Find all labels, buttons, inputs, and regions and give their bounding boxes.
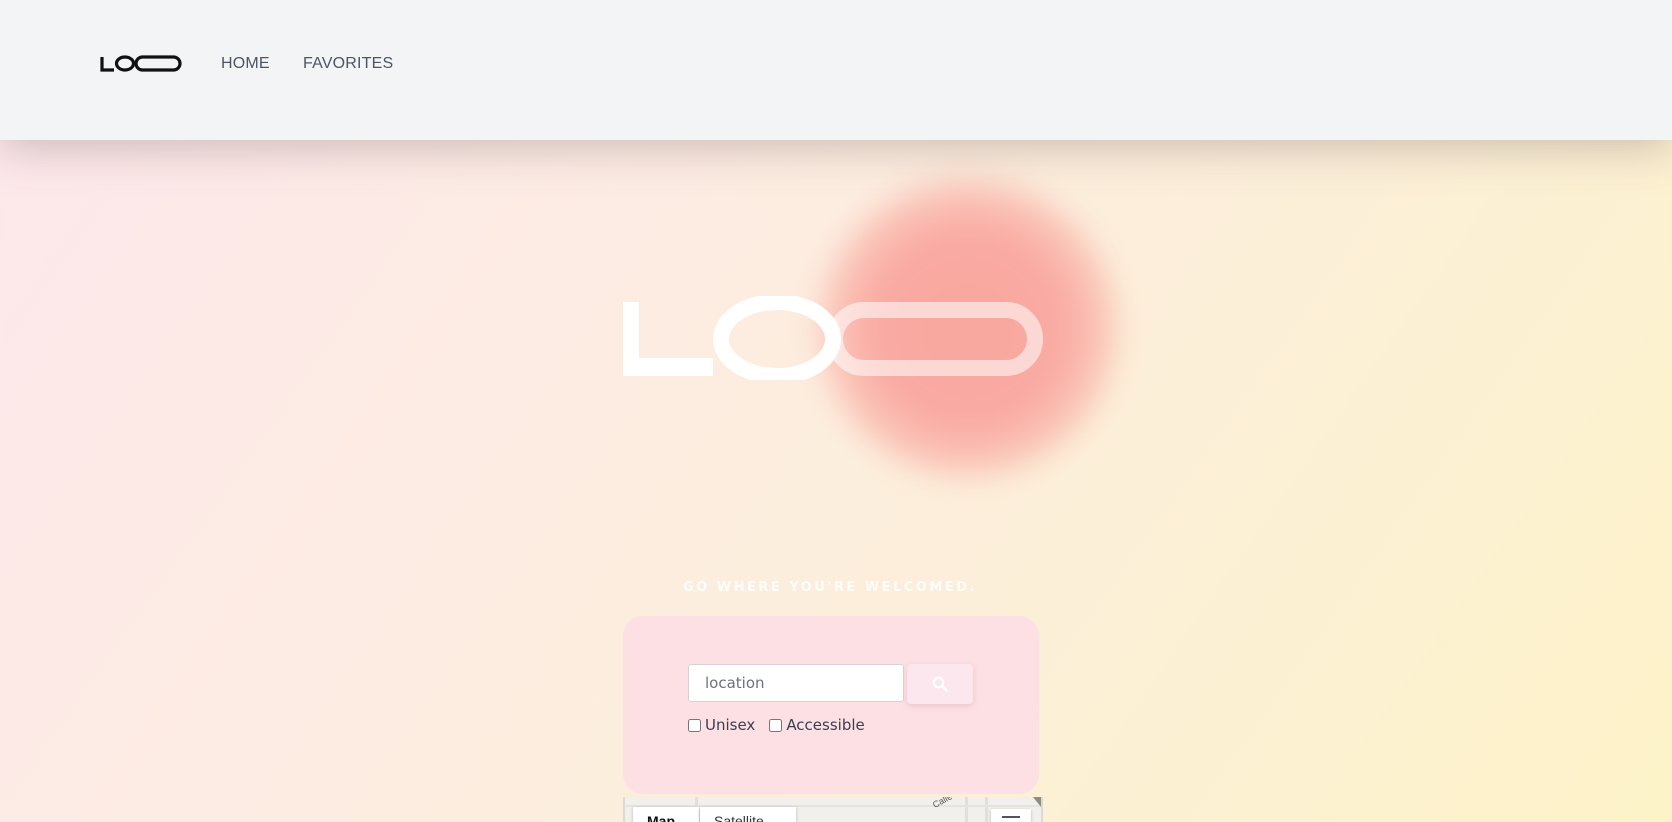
map-fullscreen-button[interactable] [991,809,1031,822]
site-header: HOME FAVORITES [0,0,1672,140]
map-type-satellite-button[interactable]: Satellite [700,807,796,822]
map-street-label: Calle Ct [931,797,964,810]
fullscreen-icon [1002,816,1020,822]
nav-favorites-link[interactable]: FAVORITES [303,55,393,73]
accessible-label: Accessible [786,716,865,734]
unisex-checkbox[interactable] [688,718,701,732]
hero-tagline: GO WHERE YOU'RE WELCOMED. [683,580,977,595]
map-corner-marker [1033,797,1041,807]
filter-options: Unisex Accessible [688,716,879,734]
accessible-checkbox[interactable] [769,718,783,732]
hero-logo [623,296,1043,380]
unisex-label: Unisex [705,716,756,734]
search-card: Unisex Accessible [623,616,1039,794]
unisex-filter[interactable]: Unisex [688,716,755,734]
search-button[interactable] [907,664,973,704]
accessible-filter[interactable]: Accessible [769,716,865,734]
search-icon [932,676,948,692]
map-road [965,797,968,822]
map-type-map-button[interactable]: Map [633,807,699,822]
location-search-input[interactable] [688,664,904,702]
map-road [985,797,988,822]
map-view[interactable]: Map Satellite Calle Ct [623,797,1043,822]
nav-home-link[interactable]: HOME [221,55,270,73]
loo-logo[interactable] [100,53,182,75]
